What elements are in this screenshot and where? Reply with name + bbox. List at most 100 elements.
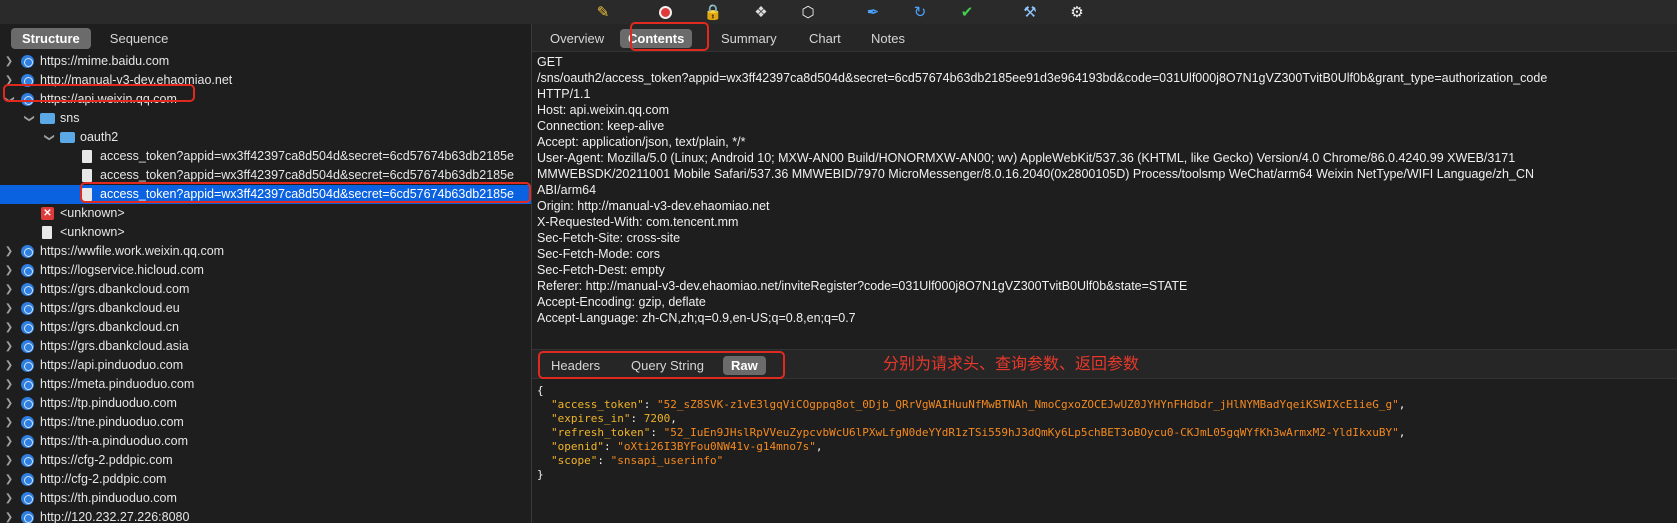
- record-icon[interactable]: [654, 1, 676, 23]
- tree-item-label: https://th-a.pinduoduo.com: [40, 434, 189, 448]
- tree-item-host[interactable]: ❯ https://api.pinduoduo.com: [0, 356, 531, 375]
- tree-item-host[interactable]: ❯ https://wwfile.work.weixin.qq.com: [0, 242, 531, 261]
- tree-item-folder[interactable]: ❯ oauth2: [0, 128, 531, 147]
- globe-icon: [21, 245, 34, 258]
- chevron-right-icon[interactable]: ❯: [4, 299, 14, 318]
- tree-item-host[interactable]: ❯ http://cfg-2.pddpic.com: [0, 470, 531, 489]
- tree-item-label: sns: [60, 111, 80, 125]
- request-line: GET: [537, 55, 563, 69]
- chevron-down-icon[interactable]: ❯: [0, 95, 19, 105]
- refresh-icon[interactable]: ↻: [909, 1, 931, 23]
- tree-item-unknown[interactable]: ✕ <unknown>: [0, 204, 531, 223]
- tab-query-string[interactable]: Query String: [623, 356, 712, 375]
- tree-item-host[interactable]: ❯ https://grs.dbankcloud.com: [0, 280, 531, 299]
- pen-icon[interactable]: ✒: [862, 1, 884, 23]
- request-headers-text: GET /sns/oauth2/access_token?appid=wx3ff…: [537, 54, 1672, 326]
- chevron-right-icon[interactable]: ❯: [4, 451, 14, 470]
- chevron-right-icon[interactable]: ❯: [4, 394, 14, 413]
- request-line: Origin: http://manual-v3-dev.ehaomiao.ne…: [537, 199, 770, 213]
- chevron-right-icon[interactable]: ❯: [4, 71, 14, 90]
- tab-chart[interactable]: Chart: [801, 29, 849, 48]
- chevron-right-icon[interactable]: ❯: [4, 261, 14, 280]
- chevron-right-icon[interactable]: ❯: [4, 470, 14, 489]
- tree-item-host[interactable]: ❯ https://th-a.pinduoduo.com: [0, 432, 531, 451]
- chevron-down-icon[interactable]: ❯: [20, 114, 39, 124]
- tree-item-request-selected[interactable]: access_token?appid=wx3ff42397ca8d504d&se…: [0, 185, 531, 204]
- tab-sequence[interactable]: Sequence: [99, 28, 180, 49]
- chevron-right-icon[interactable]: ❯: [4, 489, 14, 508]
- document-icon: [82, 150, 92, 163]
- chevron-right-icon[interactable]: ❯: [4, 508, 14, 523]
- request-line: Connection: keep-alive: [537, 119, 665, 133]
- lock-icon[interactable]: 🔒: [702, 1, 724, 23]
- check-icon[interactable]: ✔: [956, 1, 978, 23]
- annotation-text: 分别为请求头、查询参数、返回参数: [883, 356, 1140, 373]
- json-value: "52_IuEn9JHslRpVVeuZypcvbWcU6lPXwLfgN0de…: [663, 426, 1399, 439]
- document-icon: [42, 226, 52, 239]
- globe-icon: [21, 74, 34, 87]
- folder-icon: [40, 113, 55, 124]
- request-line: Sec-Fetch-Mode: cors: [537, 247, 660, 261]
- tools-icon[interactable]: ⚒: [1019, 1, 1041, 23]
- tree-item-label: https://grs.dbankcloud.com: [40, 282, 190, 296]
- tree-item-label: http://120.232.27.226:8080: [40, 510, 190, 523]
- hexagon-icon[interactable]: ⬡: [797, 1, 819, 23]
- error-icon: ✕: [41, 207, 54, 220]
- globe-icon: [21, 93, 34, 106]
- request-line: HTTP/1.1: [537, 87, 591, 101]
- chevron-right-icon[interactable]: ❯: [4, 242, 14, 261]
- tree-item-host[interactable]: ❯ https://tne.pinduoduo.com: [0, 413, 531, 432]
- tab-summary[interactable]: Summary: [713, 29, 785, 48]
- request-line: Accept-Language: zh-CN,zh;q=0.9,en-US;q=…: [537, 311, 856, 325]
- json-value: "oXti26I3BYFou0NW41v-g14mno7s": [617, 440, 816, 453]
- tree-item-host[interactable]: ❯ https://tp.pinduoduo.com: [0, 394, 531, 413]
- tree-item-unknown[interactable]: <unknown>: [0, 223, 531, 242]
- json-key: "scope": [551, 454, 598, 467]
- tree-item-label: https://tne.pinduoduo.com: [40, 415, 184, 429]
- turtle-icon[interactable]: ❖: [750, 1, 772, 23]
- request-line: ABI/arm64: [537, 183, 597, 197]
- tab-contents[interactable]: Contents: [620, 29, 693, 48]
- tree-item-host[interactable]: ❯ https://grs.dbankcloud.eu: [0, 299, 531, 318]
- tree-item-host[interactable]: ❯ https://api.weixin.qq.com: [0, 90, 531, 109]
- tree-item-label: https://api.weixin.qq.com: [40, 92, 177, 106]
- tree-item-host[interactable]: ❯ https://cfg-2.pddpic.com: [0, 451, 531, 470]
- detail-pane: Overview Contents Summary Chart Notes GE…: [532, 22, 1677, 523]
- tree-item-label: https://cfg-2.pddpic.com: [40, 453, 173, 467]
- tree-item-label: <unknown>: [60, 206, 125, 220]
- globe-icon: [21, 492, 34, 505]
- tree-item-host[interactable]: ❯ https://grs.dbankcloud.cn: [0, 318, 531, 337]
- chevron-right-icon[interactable]: ❯: [4, 375, 14, 394]
- broom-icon[interactable]: ✎: [592, 1, 614, 23]
- chevron-right-icon[interactable]: ❯: [4, 413, 14, 432]
- chevron-right-icon[interactable]: ❯: [4, 52, 14, 71]
- tab-overview[interactable]: Overview: [542, 29, 612, 48]
- globe-icon: [21, 340, 34, 353]
- json-line: "refresh_token": "52_IuEn9JHslRpVVeuZypc…: [551, 426, 1406, 439]
- tree-item-request[interactable]: access_token?appid=wx3ff42397ca8d504d&se…: [0, 147, 531, 166]
- chevron-right-icon[interactable]: ❯: [4, 356, 14, 375]
- tree-item-folder[interactable]: ❯ sns: [0, 109, 531, 128]
- chevron-right-icon[interactable]: ❯: [4, 280, 14, 299]
- chevron-right-icon[interactable]: ❯: [4, 318, 14, 337]
- chevron-down-icon[interactable]: ❯: [40, 133, 59, 143]
- gear-icon[interactable]: ⚙: [1066, 1, 1088, 23]
- tab-structure[interactable]: Structure: [11, 28, 91, 49]
- tree-item-host[interactable]: ❯ https://mime.baidu.com: [0, 52, 531, 71]
- globe-icon: [21, 283, 34, 296]
- tree-item-label: https://logservice.hicloud.com: [40, 263, 204, 277]
- chevron-right-icon[interactable]: ❯: [4, 432, 14, 451]
- tab-headers[interactable]: Headers: [543, 356, 608, 375]
- tab-raw[interactable]: Raw: [723, 356, 766, 375]
- chevron-right-icon[interactable]: ❯: [4, 337, 14, 356]
- tree-item-host[interactable]: ❯ https://logservice.hicloud.com: [0, 261, 531, 280]
- tree-item-host[interactable]: ❯ http://manual-v3-dev.ehaomiao.net: [0, 71, 531, 90]
- tree-item-host[interactable]: ❯ http://120.232.27.226:8080: [0, 508, 531, 523]
- tree-item-host[interactable]: ❯ https://meta.pinduoduo.com: [0, 375, 531, 394]
- globe-icon: [21, 435, 34, 448]
- tree-item-host[interactable]: ❯ https://grs.dbankcloud.asia: [0, 337, 531, 356]
- tree-item-host[interactable]: ❯ https://th.pinduoduo.com: [0, 489, 531, 508]
- tab-notes[interactable]: Notes: [863, 29, 913, 48]
- tree-item-request[interactable]: access_token?appid=wx3ff42397ca8d504d&se…: [0, 166, 531, 185]
- tree-item-label: https://grs.dbankcloud.asia: [40, 339, 189, 353]
